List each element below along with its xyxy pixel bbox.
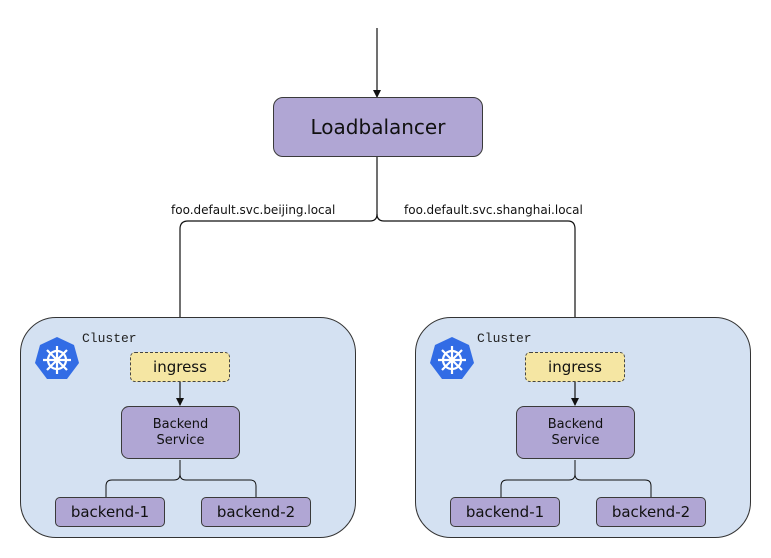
service-to-backends — [105, 460, 257, 497]
service-to-backends — [500, 460, 652, 497]
cluster-connector-lines — [105, 382, 652, 497]
